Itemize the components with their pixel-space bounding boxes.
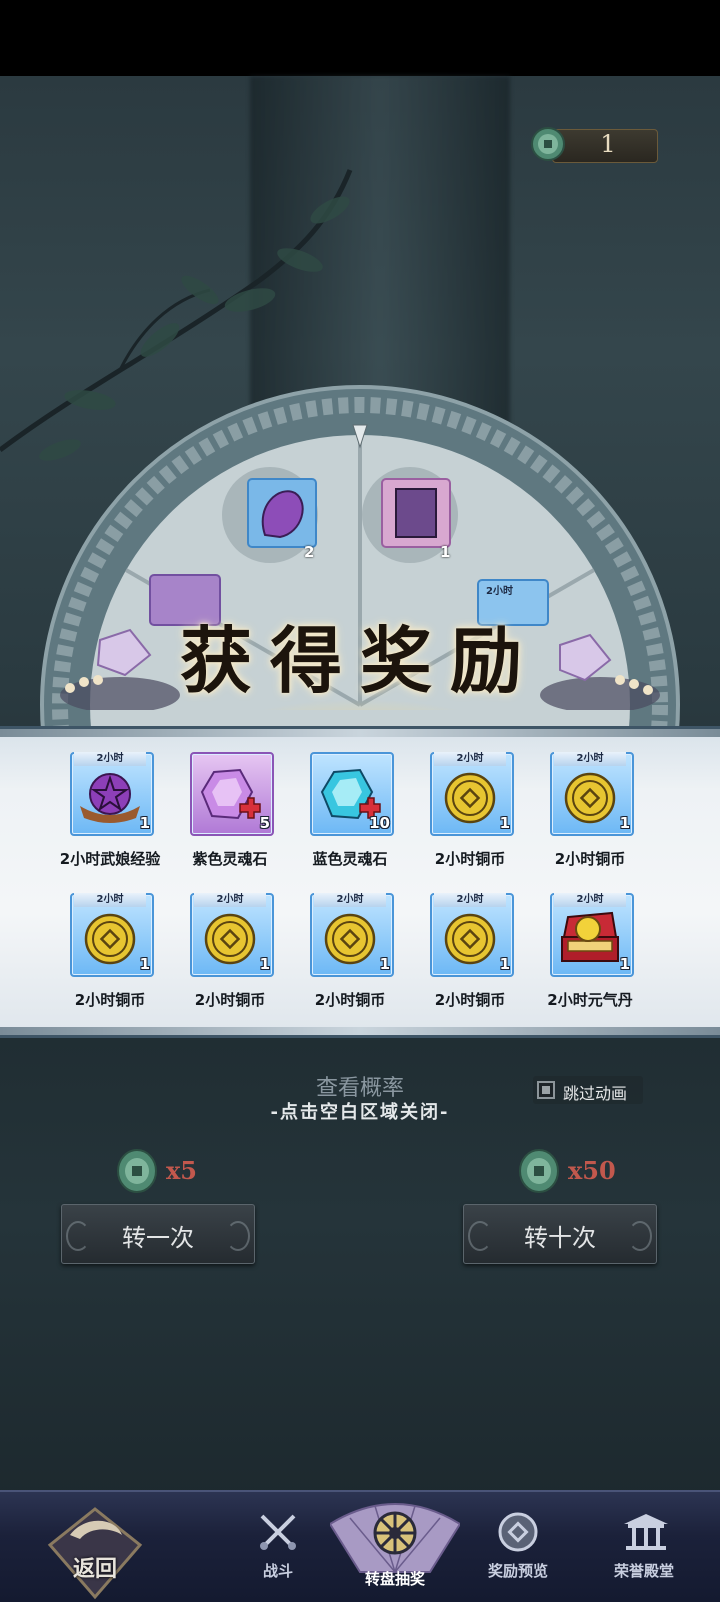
item-count: 1 bbox=[499, 814, 510, 832]
crossed-swords-icon bbox=[260, 1514, 296, 1550]
item-name: 蓝色灵魂石 bbox=[312, 850, 388, 868]
nav-reward-preview-label: 奖励预览 bbox=[487, 1562, 548, 1580]
reward-item[interactable]: 2小时 1 2小时元气丹 bbox=[530, 893, 650, 1023]
nav-wheel-lottery[interactable]: 转盘抽奖 bbox=[330, 1490, 460, 1600]
copper-coin-icon bbox=[84, 913, 136, 965]
item-count: 10 bbox=[369, 814, 390, 832]
copper-coin-icon bbox=[324, 913, 376, 965]
copper-coin-icon bbox=[444, 772, 496, 824]
reward-item[interactable]: 10 蓝色灵魂石 bbox=[290, 752, 410, 882]
spin-once-cost: x5 bbox=[116, 1148, 236, 1198]
item-name: 2小时铜币 bbox=[194, 991, 266, 1009]
item-count: 1 bbox=[139, 955, 150, 973]
item-name: 紫色灵魂石 bbox=[192, 850, 268, 868]
item-name: 2小时铜币 bbox=[434, 991, 506, 1009]
reward-item[interactable]: 2小时 1 2小时铜币 bbox=[530, 752, 650, 882]
panel-bottom-edge bbox=[0, 1027, 720, 1035]
item-count: 1 bbox=[139, 814, 150, 832]
reward-item[interactable]: 2小时 1 2小时铜币 bbox=[50, 893, 170, 1023]
back-button[interactable]: 返回 bbox=[40, 1505, 150, 1600]
vitality-pill-box-icon bbox=[561, 911, 619, 962]
spin-once-label: 转一次 bbox=[122, 1224, 194, 1252]
coin-preview-icon bbox=[498, 1512, 538, 1552]
nav-reward-preview[interactable]: 奖励预览 bbox=[458, 1490, 578, 1600]
item-name: 2小时铜币 bbox=[554, 850, 626, 868]
spin-once-cost-value: x5 bbox=[166, 1156, 198, 1185]
copper-coin-icon bbox=[204, 913, 256, 965]
jade-coin-icon bbox=[117, 1149, 157, 1193]
reward-item[interactable]: 5 紫色灵魂石 bbox=[170, 752, 290, 882]
item-count: 1 bbox=[619, 955, 630, 973]
copper-coin-icon bbox=[564, 772, 616, 824]
spin-ten-cost: x50 bbox=[518, 1148, 638, 1198]
hall-icon bbox=[624, 1514, 668, 1550]
reward-item[interactable]: 2小时 1 2小时铜币 bbox=[170, 893, 290, 1023]
reward-title: 获得奖励 bbox=[179, 618, 540, 703]
item-name: 2小时铜币 bbox=[314, 991, 386, 1009]
reward-item[interactable]: 2小时 1 2小时铜币 bbox=[290, 893, 410, 1023]
item-count: 5 bbox=[259, 814, 270, 832]
item-count: 1 bbox=[379, 955, 390, 973]
skip-animation-label: 跳过动画 bbox=[563, 1084, 628, 1103]
spin-ten-cost-value: x50 bbox=[568, 1156, 616, 1185]
item-name: 2小时铜币 bbox=[74, 991, 146, 1009]
nav-hall-of-honor[interactable]: 荣誉殿堂 bbox=[584, 1490, 704, 1600]
purple-soulstone-icon bbox=[200, 768, 261, 820]
reward-item[interactable]: 2小时 1 2小时铜币 bbox=[410, 893, 530, 1023]
reward-item[interactable]: 2小时 1 2小时武娘经验 bbox=[50, 752, 170, 882]
jade-coin-icon bbox=[531, 127, 565, 161]
nav-battle[interactable]: 战斗 bbox=[218, 1490, 338, 1600]
wheel-item-coin-tag: 2小时 bbox=[486, 586, 513, 597]
wheel-icon bbox=[373, 1511, 417, 1555]
wheel-item-purple-seed-count: 2 bbox=[304, 543, 315, 561]
item-count: 1 bbox=[619, 814, 630, 832]
spin-ten-label: 转十次 bbox=[524, 1224, 596, 1252]
item-name: 2小时武娘经验 bbox=[59, 850, 161, 868]
nav-battle-label: 战斗 bbox=[262, 1562, 293, 1580]
nav-hall-of-honor-label: 荣誉殿堂 bbox=[613, 1562, 674, 1580]
skip-animation-checkbox[interactable] bbox=[537, 1081, 555, 1099]
spin-once-button[interactable]: 转一次 bbox=[61, 1204, 255, 1264]
item-name: 2小时铜币 bbox=[434, 850, 506, 868]
currency-display: 1 bbox=[530, 126, 658, 164]
item-count: 1 bbox=[499, 955, 510, 973]
top-status-bar bbox=[0, 0, 720, 76]
wheel-item-sect-card-count: 1 bbox=[440, 543, 451, 561]
copper-coin-icon bbox=[444, 913, 496, 965]
item-name: 2小时元气丹 bbox=[547, 991, 633, 1009]
spin-ten-button[interactable]: 转十次 bbox=[463, 1204, 657, 1264]
skip-animation-toggle[interactable]: 跳过动画 bbox=[533, 1076, 643, 1104]
jade-coin-icon bbox=[519, 1149, 559, 1193]
currency-value: 1 bbox=[600, 130, 616, 158]
item-count: 1 bbox=[259, 955, 270, 973]
reward-item[interactable]: 2小时 1 2小时铜币 bbox=[410, 752, 530, 882]
exp-scroll-icon bbox=[80, 773, 140, 823]
back-label: 返回 bbox=[72, 1557, 117, 1582]
nav-wheel-lottery-label: 转盘抽奖 bbox=[364, 1570, 425, 1588]
panel-top-edge bbox=[0, 729, 720, 737]
